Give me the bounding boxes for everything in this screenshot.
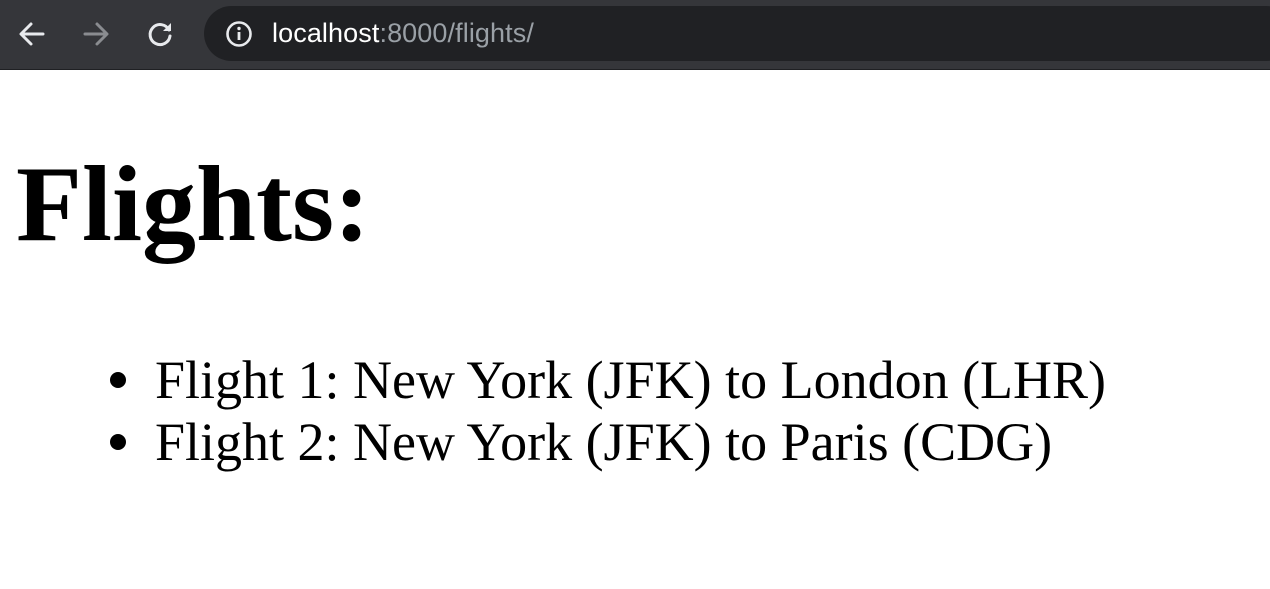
back-arrow-icon: [19, 22, 45, 46]
browser-toolbar: localhost:8000/flights/: [0, 0, 1270, 70]
flight-text: Flight 1: New York (JFK) to London (LHR): [155, 350, 1107, 410]
url-path: :8000/flights/: [379, 18, 534, 48]
reload-icon: [148, 23, 172, 46]
list-item: Flight 2: New York (JFK) to Paris (CDG): [0, 411, 1106, 473]
reload-button[interactable]: [143, 17, 177, 51]
forward-button[interactable]: [79, 17, 113, 51]
back-button[interactable]: [15, 17, 49, 51]
list-item: Flight 1: New York (JFK) to London (LHR): [0, 349, 1106, 411]
forward-arrow-icon: [83, 22, 109, 46]
page-title: Flights:: [16, 145, 371, 264]
url-text[interactable]: localhost:8000/flights/: [272, 18, 534, 49]
bullet-icon: [110, 372, 126, 388]
flight-list: Flight 1: New York (JFK) to London (LHR)…: [0, 349, 1106, 473]
page-content: Flights: Flight 1: New York (JFK) to Lon…: [0, 71, 1270, 589]
bullet-icon: [110, 434, 126, 450]
site-info-button[interactable]: [224, 19, 254, 49]
url-host: localhost: [272, 18, 380, 48]
info-icon: [226, 20, 252, 47]
flight-text: Flight 2: New York (JFK) to Paris (CDG): [155, 412, 1053, 472]
address-bar[interactable]: localhost:8000/flights/: [204, 6, 1270, 61]
